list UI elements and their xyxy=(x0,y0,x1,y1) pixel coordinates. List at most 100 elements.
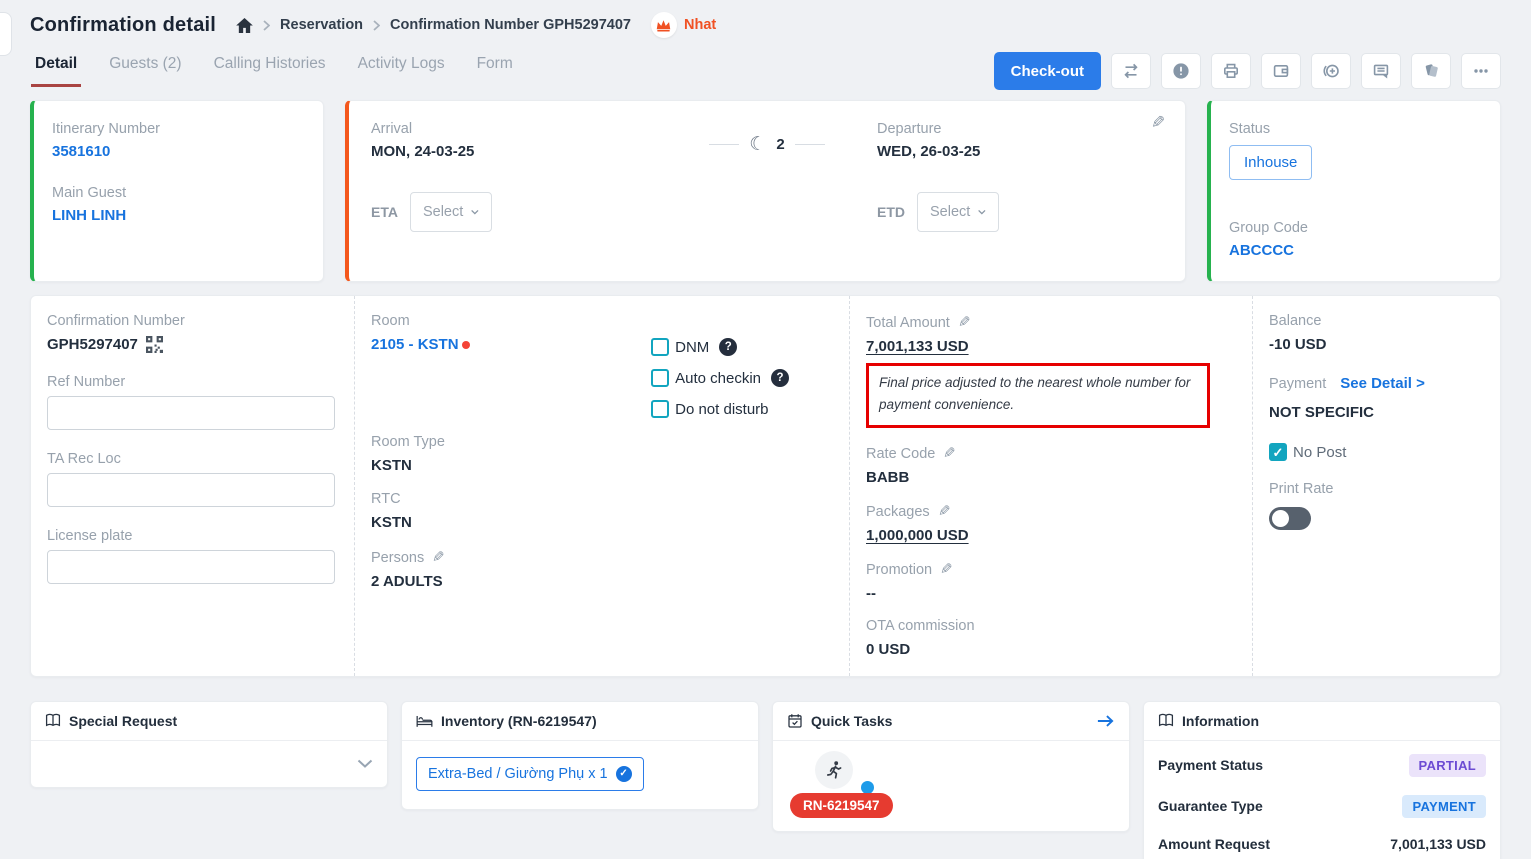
coin-plus-icon[interactable] xyxy=(1311,53,1351,89)
persons-field: Persons✎ 2 ADULTS xyxy=(371,548,470,590)
book-icon xyxy=(1158,713,1174,728)
home-icon[interactable] xyxy=(236,18,253,33)
etd-label: ETD xyxy=(877,204,905,220)
checkbox-checked[interactable]: ✓ xyxy=(1269,443,1287,461)
eta-select[interactable]: Select xyxy=(410,192,492,232)
etd-select[interactable]: Select xyxy=(917,192,999,232)
tab-guests[interactable]: Guests (2) xyxy=(109,55,181,87)
breadcrumb: Reservation Confirmation Number GPH52974… xyxy=(236,17,631,33)
promotion-field: Promotion✎ -- xyxy=(866,560,1236,602)
special-request-card: Special Request xyxy=(30,701,388,788)
amount-request-row: Amount Request 7,001,133 USD xyxy=(1158,827,1486,859)
checkout-button[interactable]: Check-out xyxy=(994,52,1101,90)
runner-task-icon[interactable] xyxy=(815,751,853,789)
summary-cards-row: Itinerary Number 3581610 Main Guest LINH… xyxy=(30,100,1501,282)
breadcrumb-reservation[interactable]: Reservation xyxy=(280,17,363,33)
confirmation-number-field: Confirmation Number GPH5297407 xyxy=(47,313,338,353)
edit-rate-code-icon[interactable]: ✎ xyxy=(943,444,956,462)
total-amount-field: Total Amount✎ 7,001,133 USD Final price … xyxy=(866,313,1236,428)
tab-toolbar-row: Detail Guests (2) Calling Histories Acti… xyxy=(0,38,1531,90)
checkbox-unchecked[interactable] xyxy=(651,338,669,356)
more-icon[interactable] xyxy=(1461,53,1501,89)
help-icon[interactable]: ? xyxy=(771,369,789,387)
transfer-icon[interactable] xyxy=(1111,53,1151,89)
book-icon xyxy=(45,713,61,728)
rtc-field: RTC KSTN xyxy=(371,491,470,531)
chevron-right-icon xyxy=(373,20,380,31)
tab-detail[interactable]: Detail xyxy=(35,55,77,87)
chevron-right-icon xyxy=(263,20,270,31)
print-rate-toggle[interactable] xyxy=(1269,507,1311,530)
chevron-down-icon xyxy=(978,208,986,216)
alert-icon[interactable] xyxy=(1161,53,1201,89)
drawer-handle[interactable] xyxy=(0,12,12,56)
arrival-field: Arrival MON, 24-03-25 xyxy=(371,121,657,160)
edit-persons-icon[interactable]: ✎ xyxy=(432,548,445,566)
itinerary-field: Itinerary Number 3581610 xyxy=(52,121,305,161)
edit-stay-icon[interactable]: ✎ xyxy=(1151,113,1165,133)
wallet-icon[interactable] xyxy=(1261,53,1301,89)
edit-total-amount-icon[interactable]: ✎ xyxy=(958,313,971,331)
bottom-cards-row: Special Request Inventory (RN-6219547) E… xyxy=(30,701,1501,859)
user-chip[interactable]: Nhat xyxy=(651,12,716,38)
ta-rec-loc-input[interactable] xyxy=(47,473,335,507)
comment-icon[interactable] xyxy=(1361,53,1401,89)
group-code-link[interactable]: ABCCCC xyxy=(1229,242,1294,259)
task-reservation-badge[interactable]: RN-6219547 xyxy=(790,793,893,818)
checkbox-unchecked[interactable] xyxy=(651,369,669,387)
main-guest-field: Main Guest LINH LINH xyxy=(52,185,305,225)
payment-see-detail-link[interactable]: See Detail > xyxy=(1340,375,1425,392)
checkbox-unchecked[interactable] xyxy=(651,400,669,418)
qr-code-icon[interactable] xyxy=(146,336,163,353)
departure-value: WED, 26-03-25 xyxy=(877,143,1163,160)
packages-value[interactable]: 1,000,000 USD xyxy=(866,527,1236,544)
room-flags: DNM ? Auto checkin ? Do not disturb xyxy=(651,338,789,658)
itinerary-card: Itinerary Number 3581610 Main Guest LINH… xyxy=(30,100,324,282)
main-guest-link[interactable]: LINH LINH xyxy=(52,207,126,224)
price-adjustment-note: Final price adjusted to the nearest whol… xyxy=(866,363,1210,428)
auto-checkin-checkbox[interactable]: Auto checkin ? xyxy=(651,369,789,387)
ref-number-field: Ref Number xyxy=(47,374,338,430)
room-link[interactable]: 2105 - KSTN xyxy=(371,336,459,353)
group-code-label: Group Code xyxy=(1229,220,1482,236)
eta-etd-row: ETA Select ETD Select xyxy=(371,160,1163,232)
room-field: Room 2105 - KSTN xyxy=(371,313,470,354)
license-plate-field: License plate xyxy=(47,528,338,584)
tab-form[interactable]: Form xyxy=(477,55,513,87)
itinerary-link[interactable]: 3581610 xyxy=(52,143,110,160)
reservation-detail-card: Confirmation Number GPH5297407 Ref Numbe… xyxy=(30,295,1501,677)
ta-rec-loc-field: TA Rec Loc xyxy=(47,451,338,507)
eta-field: ETA Select xyxy=(371,192,657,232)
user-name: Nhat xyxy=(684,17,716,33)
balance-column: Balance -10 USD Payment See Detail > NOT… xyxy=(1252,296,1500,676)
packages-field: Packages✎ 1,000,000 USD xyxy=(866,502,1236,544)
edit-packages-icon[interactable]: ✎ xyxy=(938,502,951,520)
inventory-chip[interactable]: Extra-Bed / Giường Phụ x 1 ✓ xyxy=(416,757,644,791)
no-post-checkbox[interactable]: ✓ No Post xyxy=(1269,443,1484,461)
license-plate-input[interactable] xyxy=(47,550,335,584)
help-icon[interactable]: ? xyxy=(719,338,737,356)
stay-card: ✎ Arrival MON, 24-03-25 ☾ 2 Departure WE… xyxy=(345,100,1186,282)
room-status-dot xyxy=(462,341,470,349)
cards-icon[interactable] xyxy=(1411,53,1451,89)
ref-number-input[interactable] xyxy=(47,396,335,430)
tab-calling-histories[interactable]: Calling Histories xyxy=(214,55,326,87)
rate-code-field: Rate Code✎ BABB xyxy=(866,444,1236,486)
status-label: Status xyxy=(1229,121,1482,137)
edit-promotion-icon[interactable]: ✎ xyxy=(940,560,953,578)
status-badge[interactable]: Inhouse xyxy=(1229,145,1312,180)
ota-commission-field: OTA commission 0 USD xyxy=(866,618,1236,658)
page-header: Confirmation detail Reservation Confirma… xyxy=(0,0,1531,38)
dnm-checkbox[interactable]: DNM ? xyxy=(651,338,789,356)
printer-icon[interactable] xyxy=(1211,53,1251,89)
chevron-down-icon[interactable] xyxy=(357,759,373,768)
action-toolbar: Check-out xyxy=(994,52,1501,90)
page-title: Confirmation detail xyxy=(30,14,216,37)
open-tasks-arrow-icon[interactable] xyxy=(1096,713,1115,729)
quick-tasks-card: Quick Tasks RN-6219547 xyxy=(772,701,1130,832)
tabs: Detail Guests (2) Calling Histories Acti… xyxy=(30,55,513,87)
etd-field: ETD Select xyxy=(877,192,1163,232)
total-amount-value[interactable]: 7,001,133 USD xyxy=(866,338,1236,355)
do-not-disturb-checkbox[interactable]: Do not disturb xyxy=(651,400,789,418)
tab-activity-logs[interactable]: Activity Logs xyxy=(358,55,445,87)
